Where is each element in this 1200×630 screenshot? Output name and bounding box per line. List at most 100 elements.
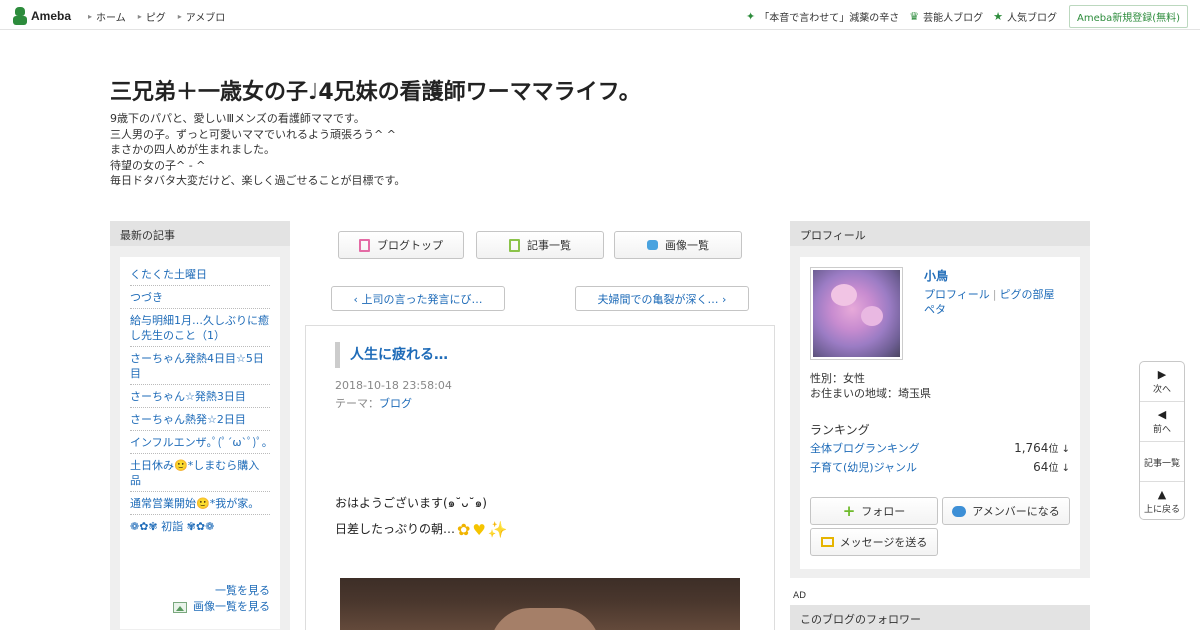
popular-blog-link[interactable]: ★ 人気ブログ [993,9,1057,24]
next-article-button[interactable]: 夫婦間での亀裂が深く… › [575,286,749,311]
recent-article-link[interactable]: インフルエンザ｡ﾟ(ﾟ´ω`ﾟ)ﾟ｡ [130,431,270,454]
sparkles-icon: ✨ [487,519,508,539]
article-theme: テーマ：ブログ [335,397,412,410]
star-icon: ★ [993,10,1003,23]
recent-article-link[interactable]: さーちゃん熱発☆2日目 [130,408,270,431]
top-bar: Ameba ▸ ホーム ▸ ピグ ▸ アメブロ ✦ 「本音で言わせて」減薬の辛さ ♛ 芸能… [0,0,1200,30]
article: 人生に疲れる… 2018-10-18 23:58:04 テーマ：ブログ おはよう… [305,325,775,630]
recent-article-link[interactable]: つづき [130,286,270,309]
logo-text: Ameba [31,9,72,23]
amember-button[interactable]: アメンバーになる [942,497,1070,525]
blog-top-button[interactable]: ブログトップ [338,231,464,259]
recent-article-link[interactable]: 通常営業開始🙂*我が家。 [130,492,270,515]
ameba-mark-icon [12,7,28,25]
amember-icon [952,505,967,517]
profile-links: プロフィール | ピグの部屋 ペタ [924,288,1055,316]
recent-article-link[interactable]: さーちゃん☆発熱3日目 [130,385,270,408]
ameba-logo[interactable]: Ameba [12,6,71,26]
blog-description: 9歳下のパパと、愛しいⅢメンズの看護師ママです。 三人男の子。ずっと可愛いママで… [110,111,405,189]
ranking-heading: ランキング [810,423,870,437]
ranking-value: 1,764位 ↓ [1014,441,1070,455]
celebrity-blog-link[interactable]: ♛ 芸能人ブログ [909,9,983,24]
message-button[interactable]: メッセージを送る [810,528,938,556]
flower-icon: ✿ [457,519,471,539]
profile-name[interactable]: 小鳥 [924,267,948,284]
sparkle-icon: ✦ [746,10,756,23]
recent-articles-box: くたくた土曜日 つづき 給与明細1月…久しぶりに癒し先生のこと（1） さーちゃん… [120,257,280,629]
prev-button[interactable]: ◀ 前へ [1140,408,1184,435]
heart-icon: ♥ [472,520,486,539]
ranking-label[interactable]: 子育て(幼児)ジャンル [810,459,917,475]
avatar-image [813,270,900,357]
follow-button[interactable]: + フォロー [810,497,938,525]
article-list-button[interactable]: 記事一覧 [476,231,604,259]
ranking-value: 64位 ↓ [1033,460,1070,474]
ad-label: AD [793,591,807,601]
recent-article-link[interactable]: くたくた土曜日 [130,263,270,286]
prev-article-button[interactable]: ‹ 上司の言った発言にび… [331,286,505,311]
chevron-right-icon: ▸ [88,12,93,21]
image-list-button[interactable]: 画像一覧 [614,231,742,259]
crown-icon: ♛ [909,10,920,23]
back-to-top-button[interactable]: ▲ 上に戻る [1140,488,1184,515]
recent-articles-panel: 最新の記事 くたくた土曜日 つづき 給与明細1月…久しぶりに癒し先生のこと（1）… [110,221,290,630]
recent-articles-heading: 最新の記事 [110,221,290,246]
profile-panel: プロフィール 小鳥 プロフィール | ピグの部屋 ペタ 性別：女性 お住まいの地域：… [790,221,1090,578]
chevron-right-icon: ▸ [177,12,182,21]
top-nav-home[interactable]: ▸ ホーム [88,9,126,24]
mail-icon [820,537,834,547]
gender: 性別：女性 [810,372,865,385]
profile-link[interactable]: プロフィール [924,288,990,301]
recent-article-link[interactable]: ❁✿✾ 初詣 ✾✿❁ [130,515,270,537]
top-nav-ameblo[interactable]: ▸ アメブロ [178,9,226,24]
arrow-up-icon: ▲ [1157,488,1167,501]
article-title[interactable]: 人生に疲れる… [335,342,448,368]
description-line: 9歳下のパパと、愛しいⅢメンズの看護師ママです。 [110,112,365,125]
top-nav: ▸ ホーム ▸ ピグ ▸ アメブロ [88,9,237,24]
article-photo[interactable] [340,578,740,630]
article-list-float-button[interactable]: 記事一覧 [1140,456,1184,469]
article-date: 2018-10-18 23:58:04 [335,379,452,392]
recent-article-link[interactable]: さーちゃん発熱4日目☆5日目 [130,347,270,385]
more-links: 一覧を見る 画像一覧を見る [173,583,270,615]
avatar[interactable] [810,267,903,360]
register-button[interactable]: Ameba新規登録(無料) [1068,5,1188,28]
article-body: おはようございます(๑˘ᴗ˘๑) 日差したっぷりの朝… ✿ ♥ ✨ [335,490,508,543]
profile-heading: プロフィール [790,221,1090,246]
ranking-row: 全体ブログランキング 1,764位 ↓ [810,440,1070,456]
body-line: 日差したっぷりの朝… ✿ ♥ ✨ [335,516,508,543]
description-line: まさかの四人めが生まれました。 [110,143,275,156]
recent-article-link[interactable]: 給与明細1月…久しぶりに癒し先生のこと（1） [130,309,270,347]
peta-link[interactable]: ペタ [924,303,946,316]
top-nav-pigg[interactable]: ▸ ピグ [138,9,166,24]
ranking-label[interactable]: 全体ブログランキング [810,440,920,456]
ranking-row: 子育て(幼児)ジャンル 64位 ↓ [810,459,1070,475]
area: お住まいの地域：埼玉県 [810,387,931,400]
floating-nav: ▶ 次へ ◀ 前へ 記事一覧 ▲ 上に戻る [1139,361,1185,520]
arrow-right-icon: ▶ [1157,368,1167,381]
description-line: 毎日ドタバタ大変だけど、楽しく過ごせることが目標です。 [110,174,406,187]
recent-article-link[interactable]: 土日休み🙂*しまむら購入品 [130,454,270,492]
top-right-nav: ✦ 「本音で言わせて」減薬の辛さ ♛ 芸能人ブログ ★ 人気ブログ Ameba新規登録… [736,5,1188,28]
profile-box: 小鳥 プロフィール | ピグの部屋 ペタ 性別：女性 お住まいの地域：埼玉県 ランキ… [800,257,1080,569]
next-button[interactable]: ▶ 次へ [1140,368,1184,395]
image-icon [173,601,187,613]
camera-icon [647,240,658,250]
theme-link[interactable]: ブログ [379,397,412,410]
description-line: 待望の女の子^ - ^ [110,158,206,172]
followers-heading: このブログのフォロワー [790,605,1090,630]
recent-articles-list: くたくた土曜日 つづき 給与明細1月…久しぶりに癒し先生のこと（1） さーちゃん… [130,263,270,537]
arrow-left-icon: ◀ [1157,408,1167,421]
plus-icon: + [842,502,856,520]
description-line: 三人男の子。ずっと可愛いママでいれるよう頑張ろう^ ^ [110,127,396,141]
blog-title[interactable]: 三兄弟＋一歳女の子♩4兄妹の看護師ワーママライフ。 [110,74,641,106]
profile-info: 性別：女性 お住まいの地域：埼玉県 [810,371,931,401]
chevron-right-icon: ▸ [137,12,142,21]
see-images-link[interactable]: 画像一覧を見る [193,599,270,615]
see-all-link[interactable]: 一覧を見る [215,583,270,599]
featured-link[interactable]: ✦ 「本音で言わせて」減薬の辛さ [746,9,899,24]
body-line: おはようございます(๑˘ᴗ˘๑) [335,496,487,510]
pigg-room-link[interactable]: ピグの部屋 [1000,288,1055,301]
document-icon [359,238,370,252]
list-icon [509,238,520,252]
